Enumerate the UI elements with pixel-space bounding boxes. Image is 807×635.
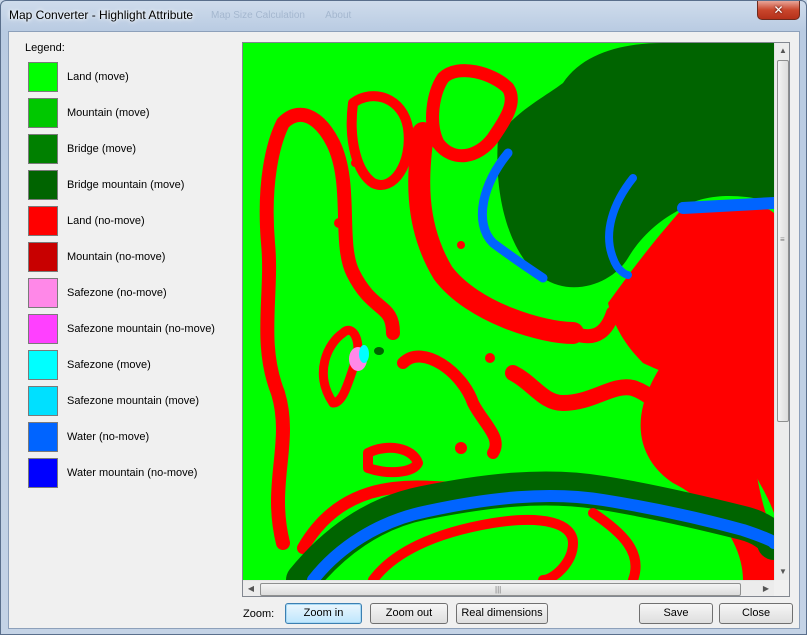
legend-swatch [28, 314, 58, 344]
legend-swatch [28, 170, 58, 200]
real-dimensions-button[interactable]: Real dimensions [456, 603, 548, 624]
legend-label: Water mountain (no-move) [67, 467, 198, 479]
scrollbar-corner [774, 580, 789, 596]
legend-swatch [28, 134, 58, 164]
map-bridge-dot [374, 347, 384, 355]
legend-title: Legend: [25, 42, 65, 54]
map-safezone-move-marker [359, 345, 369, 363]
map-no-move-dot [455, 442, 467, 454]
main-window: Map Converter - Highlight Attribute Map … [0, 0, 807, 635]
close-icon: ✕ [773, 3, 784, 17]
legend-label: Mountain (no-move) [67, 251, 166, 263]
legend-label: Safezone (no-move) [67, 287, 167, 299]
map-no-move-dot [457, 241, 465, 249]
scroll-up-arrow-icon[interactable]: ▲ [775, 43, 789, 59]
legend-label: Safezone mountain (no-move) [67, 323, 215, 335]
legend-swatch [28, 98, 58, 128]
background-menu-item: About [325, 10, 352, 21]
close-button[interactable]: Close [719, 603, 793, 624]
legend-label: Safezone (move) [67, 359, 151, 371]
legend-label: Land (move) [67, 71, 129, 83]
legend-swatch [28, 350, 58, 380]
legend-swatch [28, 386, 58, 416]
map-water-strip [677, 197, 774, 214]
scroll-down-arrow-icon[interactable]: ▼ [775, 564, 789, 580]
map-no-move-dot [485, 353, 495, 363]
map-no-move-dot [351, 159, 359, 167]
zoom-in-button[interactable]: Zoom in [285, 603, 362, 624]
legend-swatch [28, 242, 58, 272]
legend-label: Bridge mountain (move) [67, 179, 185, 191]
scroll-right-arrow-icon[interactable]: ▶ [758, 581, 774, 596]
legend-swatch [28, 206, 58, 236]
legend-label: Land (no-move) [67, 215, 145, 227]
legend-swatch [28, 422, 58, 452]
window-close-button[interactable]: ✕ [757, 1, 800, 20]
horizontal-scrollbar[interactable]: ◀ ||| ▶ [243, 580, 774, 596]
save-button[interactable]: Save [639, 603, 713, 624]
zoom-out-button[interactable]: Zoom out [370, 603, 448, 624]
legend-label: Mountain (move) [67, 107, 150, 119]
map-no-move-dot [334, 218, 344, 228]
horizontal-scroll-thumb[interactable]: ||| [260, 583, 741, 596]
scroll-left-arrow-icon[interactable]: ◀ [243, 581, 259, 596]
legend-label: Safezone mountain (move) [67, 395, 200, 407]
legend-label: Water (no-move) [67, 431, 150, 443]
grip-icon: ||| [495, 585, 502, 594]
zoom-label: Zoom: [243, 608, 275, 620]
vertical-scrollbar[interactable]: ▲ ≡ ▼ [774, 43, 789, 580]
legend-swatch [28, 458, 58, 488]
title-bar[interactable]: Map Converter - Highlight Attribute Map … [1, 1, 806, 31]
map-canvas[interactable] [243, 43, 774, 580]
vertical-scroll-thumb[interactable]: ≡ [777, 60, 789, 422]
grip-icon: ≡ [780, 235, 785, 244]
client-area: Legend: Land (move) Mountain (move) Bridge… [8, 31, 800, 629]
legend-label: Bridge (move) [67, 143, 137, 155]
legend-swatch [28, 62, 58, 92]
legend-swatch [28, 278, 58, 308]
background-menu: Map Size Calculation About [211, 10, 369, 21]
window-title: Map Converter - Highlight Attribute [9, 8, 194, 22]
background-menu-item: Map Size Calculation [211, 10, 305, 21]
map-viewport[interactable]: ▲ ≡ ▼ ◀ ||| ▶ [242, 42, 790, 597]
